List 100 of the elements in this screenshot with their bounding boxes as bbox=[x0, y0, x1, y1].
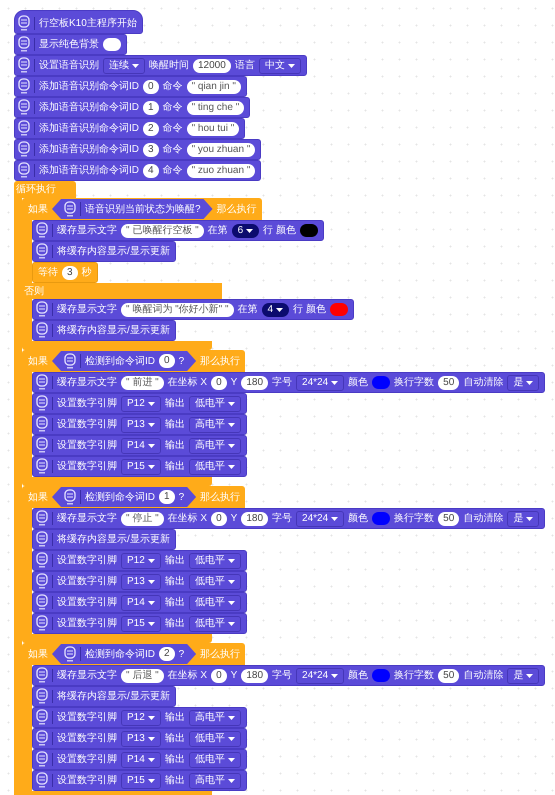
dropdown[interactable]: 是 bbox=[507, 374, 540, 390]
number-field[interactable]: 180 bbox=[241, 668, 268, 682]
text-field[interactable]: " 前进 " bbox=[121, 376, 164, 390]
text-field[interactable]: " 唤醒词为 "你好小新" " bbox=[121, 302, 234, 316]
dropdown[interactable]: P15 bbox=[121, 772, 161, 788]
command-block[interactable]: 添加语音识别命令词ID 3 命令 " you zhuan " bbox=[14, 139, 262, 160]
number-field[interactable]: 0 bbox=[211, 376, 227, 390]
text-field[interactable]: " hou tui " bbox=[186, 122, 240, 136]
number-field[interactable]: 2 bbox=[159, 647, 175, 661]
dropdown[interactable]: P14 bbox=[121, 438, 161, 454]
color-swatch[interactable] bbox=[330, 303, 348, 316]
number-field[interactable]: 0 bbox=[211, 512, 227, 526]
command-block[interactable]: 设置数字引脚 P14 输出 高电平 bbox=[32, 435, 247, 456]
command-block[interactable]: 缓存显示文字 " 停止 " 在坐标 X 0 Y 180 字号 24*24 颜色 换行字数 50 自动清除 是 bbox=[32, 508, 546, 529]
condition-block[interactable]: 检测到命令词ID 0 ? bbox=[52, 351, 196, 371]
number-field[interactable]: 1 bbox=[143, 100, 159, 114]
dropdown[interactable]: P15 bbox=[121, 616, 161, 632]
text-field[interactable]: " qian jin " bbox=[186, 80, 241, 94]
command-block[interactable]: 设置数字引脚 P12 输出 高电平 bbox=[32, 707, 247, 728]
wait-block[interactable]: 等待 3 秒 bbox=[32, 262, 98, 283]
dropdown[interactable]: P13 bbox=[121, 574, 161, 590]
number-field[interactable]: 0 bbox=[143, 80, 159, 94]
dropdown[interactable]: 中文 bbox=[258, 58, 301, 74]
command-block[interactable]: 设置数字引脚 P14 输出 低电平 bbox=[32, 592, 247, 613]
command-block[interactable]: 设置数字引脚 P15 输出 低电平 bbox=[32, 456, 247, 477]
dropdown[interactable]: P13 bbox=[121, 416, 161, 432]
command-block[interactable]: 将缓存内容显示/显示更新 bbox=[32, 529, 176, 550]
text-field[interactable]: " 停止 " bbox=[121, 512, 164, 526]
command-block[interactable]: 设置数字引脚 P13 输出 低电平 bbox=[32, 571, 247, 592]
command-block[interactable]: 设置数字引脚 P15 输出 低电平 bbox=[32, 613, 247, 634]
command-block[interactable]: 将缓存内容显示/显示更新 bbox=[32, 320, 176, 341]
text-field[interactable]: " you zhuan " bbox=[186, 142, 256, 156]
dropdown[interactable]: P14 bbox=[121, 752, 161, 768]
number-field[interactable]: 1 bbox=[159, 490, 175, 504]
command-block[interactable]: 设置数字引脚 P12 输出 低电平 bbox=[32, 393, 247, 414]
color-swatch[interactable] bbox=[372, 669, 390, 682]
dropdown[interactable]: 高电平 bbox=[188, 416, 241, 432]
number-field[interactable]: 180 bbox=[241, 512, 268, 526]
number-field[interactable]: 4 bbox=[143, 164, 159, 178]
dropdown[interactable]: 高电平 bbox=[188, 772, 241, 788]
command-block[interactable]: 缓存显示文字 " 后退 " 在坐标 X 0 Y 180 字号 24*24 颜色 换行字数 50 自动清除 是 bbox=[32, 665, 546, 686]
dropdown[interactable]: 低电平 bbox=[188, 574, 241, 590]
dropdown[interactable]: 低电平 bbox=[188, 730, 241, 746]
dropdown[interactable]: 24*24 bbox=[296, 668, 344, 684]
condition-block[interactable]: 语音识别当前状态为唤醒? bbox=[52, 199, 213, 219]
dropdown[interactable]: 是 bbox=[507, 668, 540, 684]
dropdown[interactable]: 低电平 bbox=[188, 752, 241, 768]
command-block[interactable]: 设置数字引脚 P14 输出 低电平 bbox=[32, 749, 247, 770]
dropdown[interactable]: 是 bbox=[507, 510, 540, 526]
command-block[interactable]: 添加语音识别命令词ID 1 命令 " ting che " bbox=[14, 97, 250, 118]
dropdown[interactable]: 6 bbox=[232, 224, 260, 238]
command-block[interactable]: 将缓存内容显示/显示更新 bbox=[32, 686, 176, 707]
dropdown[interactable]: 24*24 bbox=[296, 510, 344, 526]
number-field[interactable]: 2 bbox=[143, 122, 159, 136]
dropdown[interactable]: P12 bbox=[121, 710, 161, 726]
text-field[interactable]: " zuo zhuan " bbox=[186, 164, 256, 178]
number-field[interactable]: 3 bbox=[62, 266, 78, 280]
number-field[interactable]: 50 bbox=[438, 668, 460, 682]
color-swatch[interactable] bbox=[300, 224, 318, 237]
dropdown[interactable]: 高电平 bbox=[188, 438, 241, 454]
command-block[interactable]: 添加语音识别命令词ID 2 命令 " hou tui " bbox=[14, 118, 246, 139]
command-block[interactable]: 设置数字引脚 P13 输出 高电平 bbox=[32, 414, 247, 435]
text-field[interactable]: " ting che " bbox=[186, 100, 244, 114]
number-field[interactable]: 180 bbox=[241, 376, 268, 390]
dropdown[interactable]: 连续 bbox=[103, 58, 145, 74]
number-field[interactable]: 50 bbox=[438, 512, 460, 526]
number-field[interactable]: 0 bbox=[211, 668, 227, 682]
dropdown[interactable]: 低电平 bbox=[188, 552, 241, 568]
color-swatch[interactable] bbox=[372, 512, 390, 525]
command-block[interactable]: 缓存显示文字 " 前进 " 在坐标 X 0 Y 180 字号 24*24 颜色 换行字数 50 自动清除 是 bbox=[32, 372, 546, 393]
dropdown[interactable]: 低电平 bbox=[188, 396, 241, 412]
command-block[interactable]: 设置语音识别 连续 唤醒时间 12000 语言 中文 bbox=[14, 55, 307, 76]
command-block[interactable]: 缓存显示文字 " 唤醒词为 "你好小新" " 在第 4 行 颜色 bbox=[32, 299, 354, 320]
condition-block[interactable]: 检测到命令词ID 1 ? bbox=[52, 487, 196, 507]
text-field[interactable]: " 已唤醒行空板 " bbox=[121, 224, 204, 238]
condition-block[interactable]: 检测到命令词ID 2 ? bbox=[52, 644, 196, 664]
number-field[interactable]: 12000 bbox=[193, 58, 231, 72]
number-field[interactable]: 0 bbox=[159, 354, 175, 368]
command-block[interactable]: 设置数字引脚 P13 输出 低电平 bbox=[32, 728, 247, 749]
dropdown[interactable]: P13 bbox=[121, 730, 161, 746]
command-block[interactable]: 显示纯色背景 bbox=[14, 34, 127, 55]
dropdown[interactable]: 低电平 bbox=[188, 458, 241, 474]
dropdown[interactable]: P12 bbox=[121, 552, 161, 568]
number-field[interactable]: 50 bbox=[438, 376, 460, 390]
command-block[interactable]: 缓存显示文字 " 已唤醒行空板 " 在第 6 行 颜色 bbox=[32, 220, 324, 241]
command-block[interactable]: 添加语音识别命令词ID 0 命令 " qian jin " bbox=[14, 76, 247, 97]
dropdown[interactable]: 高电平 bbox=[188, 710, 241, 726]
command-block[interactable]: 设置数字引脚 P12 输出 低电平 bbox=[32, 550, 247, 571]
dropdown[interactable]: 低电平 bbox=[188, 594, 241, 610]
dropdown[interactable]: 低电平 bbox=[188, 616, 241, 632]
dropdown[interactable]: 24*24 bbox=[296, 374, 344, 390]
color-swatch[interactable] bbox=[103, 38, 121, 51]
text-field[interactable]: " 后退 " bbox=[121, 668, 164, 682]
hat-block[interactable]: 行空板K10主程序开始 bbox=[14, 10, 143, 34]
command-block[interactable]: 添加语音识别命令词ID 4 命令 " zuo zhuan " bbox=[14, 160, 262, 181]
dropdown[interactable]: P14 bbox=[121, 594, 161, 610]
number-field[interactable]: 3 bbox=[143, 142, 159, 156]
dropdown[interactable]: 4 bbox=[262, 302, 290, 316]
dropdown[interactable]: P12 bbox=[121, 396, 161, 412]
color-swatch[interactable] bbox=[372, 376, 390, 389]
